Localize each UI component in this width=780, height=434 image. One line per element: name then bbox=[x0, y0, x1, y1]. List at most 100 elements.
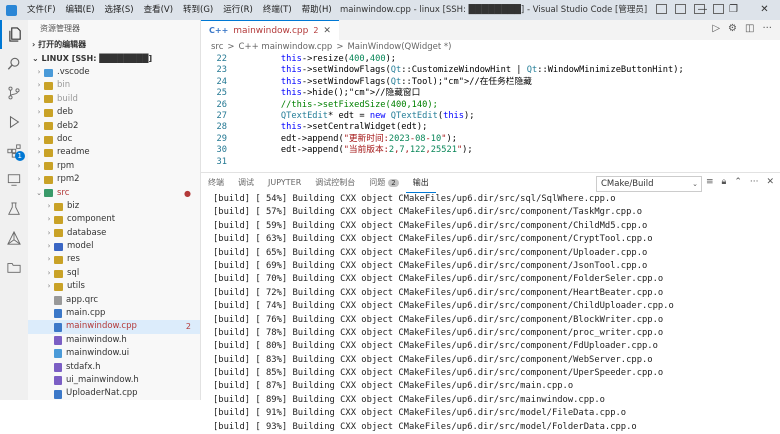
extensions-icon[interactable]: 1 bbox=[0, 136, 28, 165]
code-line: 28 this->setCentralWidget(edt); bbox=[201, 122, 780, 133]
folder-item[interactable]: › doc bbox=[28, 133, 200, 146]
file-item[interactable]: UploaderNat.cpp bbox=[28, 387, 200, 400]
run-debug-icon[interactable] bbox=[0, 107, 28, 136]
maximize-panel-icon[interactable]: ⌃ bbox=[734, 177, 742, 187]
folder-item[interactable]: › deb bbox=[28, 106, 200, 119]
folder-icon[interactable] bbox=[0, 252, 28, 281]
more-actions-icon[interactable]: ··· bbox=[750, 177, 759, 187]
maximize-button[interactable]: ❐ bbox=[718, 0, 749, 20]
output-line: [build] [ 57%] Building CXX object CMake… bbox=[213, 207, 642, 218]
folder-item[interactable]: › model bbox=[28, 240, 200, 253]
close-panel-icon[interactable]: ✕ bbox=[766, 177, 774, 187]
folder-item[interactable]: ⌄ src ● bbox=[28, 187, 200, 200]
folder-icon bbox=[54, 269, 63, 278]
tab-jupyter[interactable]: JUPYTER bbox=[261, 173, 308, 193]
menu-view[interactable]: 查看(V) bbox=[139, 0, 178, 20]
menu-help[interactable]: 帮助(H) bbox=[297, 0, 337, 20]
file-item[interactable]: stdafx.h bbox=[28, 361, 200, 374]
file-item[interactable]: app.qrc bbox=[28, 294, 200, 307]
folder-item[interactable]: › sql bbox=[28, 267, 200, 280]
output-line: [build] [ 63%] Building CXX object CMake… bbox=[213, 234, 653, 245]
chevron-down-icon: ⌄ bbox=[32, 54, 42, 63]
code-text: edt->append("更新时间:2023-08-10"); bbox=[260, 133, 457, 144]
lock-scroll-icon[interactable]: 🔒︎ bbox=[722, 177, 727, 187]
folder-item[interactable]: › bin bbox=[28, 79, 200, 92]
gear-icon[interactable]: ⚙ bbox=[728, 23, 737, 34]
folder-item[interactable]: › database bbox=[28, 227, 200, 240]
file-item[interactable]: ui_mainwindow.h bbox=[28, 374, 200, 387]
split-editor-icon[interactable]: ◫ bbox=[745, 23, 754, 34]
tab-close-icon[interactable]: ✕ bbox=[323, 26, 331, 36]
minimize-button[interactable]: — bbox=[687, 0, 718, 20]
folder-item[interactable]: › rpm2 bbox=[28, 173, 200, 186]
chevron-right-icon: › bbox=[37, 161, 41, 170]
tab-mainwindow-cpp[interactable]: C++ mainwindow.cpp 2 ✕ bbox=[201, 20, 339, 40]
tree-item-label: bin bbox=[57, 80, 71, 91]
folder-item[interactable]: › component bbox=[28, 213, 200, 226]
menu-terminal[interactable]: 终端(T) bbox=[258, 0, 297, 20]
tree-item-label: src bbox=[57, 187, 70, 198]
tree-item-label: model bbox=[67, 241, 94, 252]
code-line: 23 this->setWindowFlags(Qt::CustomizeWin… bbox=[201, 65, 780, 76]
line-number: 29 bbox=[216, 133, 227, 144]
folder-item[interactable]: › .vscode bbox=[28, 66, 200, 79]
menu-file[interactable]: 文件(F) bbox=[22, 0, 61, 20]
open-editors-section[interactable]: › 打开的编辑器 bbox=[28, 38, 200, 52]
breadcrumb: src > C++ mainwindow.cpp > MainWindow(QW… bbox=[201, 40, 780, 54]
breadcrumb-item[interactable]: src bbox=[211, 40, 223, 54]
close-button[interactable]: ✕ bbox=[749, 0, 780, 20]
file-item[interactable]: mainwindow.h bbox=[28, 334, 200, 347]
workspace-section[interactable]: ⌄ LINUX [SSH: ████████] bbox=[28, 52, 200, 66]
tab-problem-count: 2 bbox=[313, 26, 319, 35]
breadcrumb-item[interactable]: C++ mainwindow.cpp bbox=[239, 40, 333, 54]
file-item[interactable]: main.cpp bbox=[28, 307, 200, 320]
output-line: [build] [ 91%] Building CXX object CMake… bbox=[213, 408, 627, 419]
cmake-icon[interactable] bbox=[0, 223, 28, 252]
explorer-icon[interactable] bbox=[0, 20, 28, 49]
clear-output-icon[interactable]: ≡ bbox=[706, 177, 714, 187]
chevron-right-icon: › bbox=[37, 68, 41, 76]
remote-explorer-icon[interactable] bbox=[0, 165, 28, 194]
menu-run[interactable]: 运行(R) bbox=[218, 0, 258, 20]
folder-item[interactable]: › rpm bbox=[28, 160, 200, 173]
tab-filename: mainwindow.cpp bbox=[233, 25, 309, 36]
tab-debug-console[interactable]: 调试控制台 bbox=[308, 173, 362, 193]
open-editors-label: 打开的编辑器 bbox=[38, 40, 87, 49]
folder-item[interactable]: › biz bbox=[28, 200, 200, 213]
output-channel-select[interactable]: CMake/Build ⌄ bbox=[596, 176, 702, 192]
file-item[interactable]: mainwindow.cpp 2 bbox=[28, 320, 200, 334]
code-text: this->hide();"cm">//隐藏窗口 bbox=[280, 88, 421, 99]
file-item[interactable]: mainwindow.ui bbox=[28, 347, 200, 360]
tab-problems[interactable]: 问题 2 bbox=[362, 173, 405, 193]
vscode-logo-icon bbox=[0, 0, 22, 20]
search-icon[interactable] bbox=[0, 49, 28, 78]
folder-item[interactable]: › build bbox=[28, 93, 200, 106]
more-actions-icon[interactable]: ··· bbox=[762, 23, 772, 34]
tree-item-label: component bbox=[67, 214, 116, 225]
editor-area: C++ mainwindow.cpp 2 ✕ ▷ ⚙ ◫ ··· src > C… bbox=[201, 20, 780, 172]
folder-item[interactable]: › utils bbox=[28, 280, 200, 293]
tree-item-label: rpm bbox=[57, 160, 75, 171]
menu-edit[interactable]: 编辑(E) bbox=[61, 0, 100, 20]
menu-go[interactable]: 转到(G) bbox=[178, 0, 218, 20]
folder-item[interactable]: › res bbox=[28, 253, 200, 266]
menu-selection[interactable]: 选择(S) bbox=[100, 0, 139, 20]
tab-terminal[interactable]: 终端 bbox=[201, 173, 231, 193]
line-number: 31 bbox=[216, 156, 227, 167]
tab-debug[interactable]: 调试 bbox=[231, 173, 261, 193]
breadcrumb-item[interactable]: MainWindow(QWidget *) bbox=[347, 40, 451, 54]
tab-output[interactable]: 输出 bbox=[405, 173, 436, 193]
toggle-sidebar-icon[interactable] bbox=[656, 4, 667, 14]
output-log[interactable]: [build] [ 54%] Building CXX object CMake… bbox=[201, 193, 780, 434]
code-line: 27 QTextEdit* edt = new QTextEdit(this); bbox=[201, 111, 780, 122]
testing-icon[interactable] bbox=[0, 194, 28, 223]
toggle-panel-icon[interactable] bbox=[675, 4, 686, 14]
line-number: 26 bbox=[216, 99, 227, 110]
code-view[interactable]: 22 this->resize(400,400); 23 this->setWin… bbox=[201, 54, 780, 168]
source-control-icon[interactable] bbox=[0, 78, 28, 107]
folder-item[interactable]: › deb2 bbox=[28, 120, 200, 133]
run-icon[interactable]: ▷ bbox=[712, 23, 720, 34]
folder-item[interactable]: › readme bbox=[28, 146, 200, 159]
file-icon bbox=[54, 389, 62, 399]
problems-badge: 2 bbox=[388, 179, 399, 187]
